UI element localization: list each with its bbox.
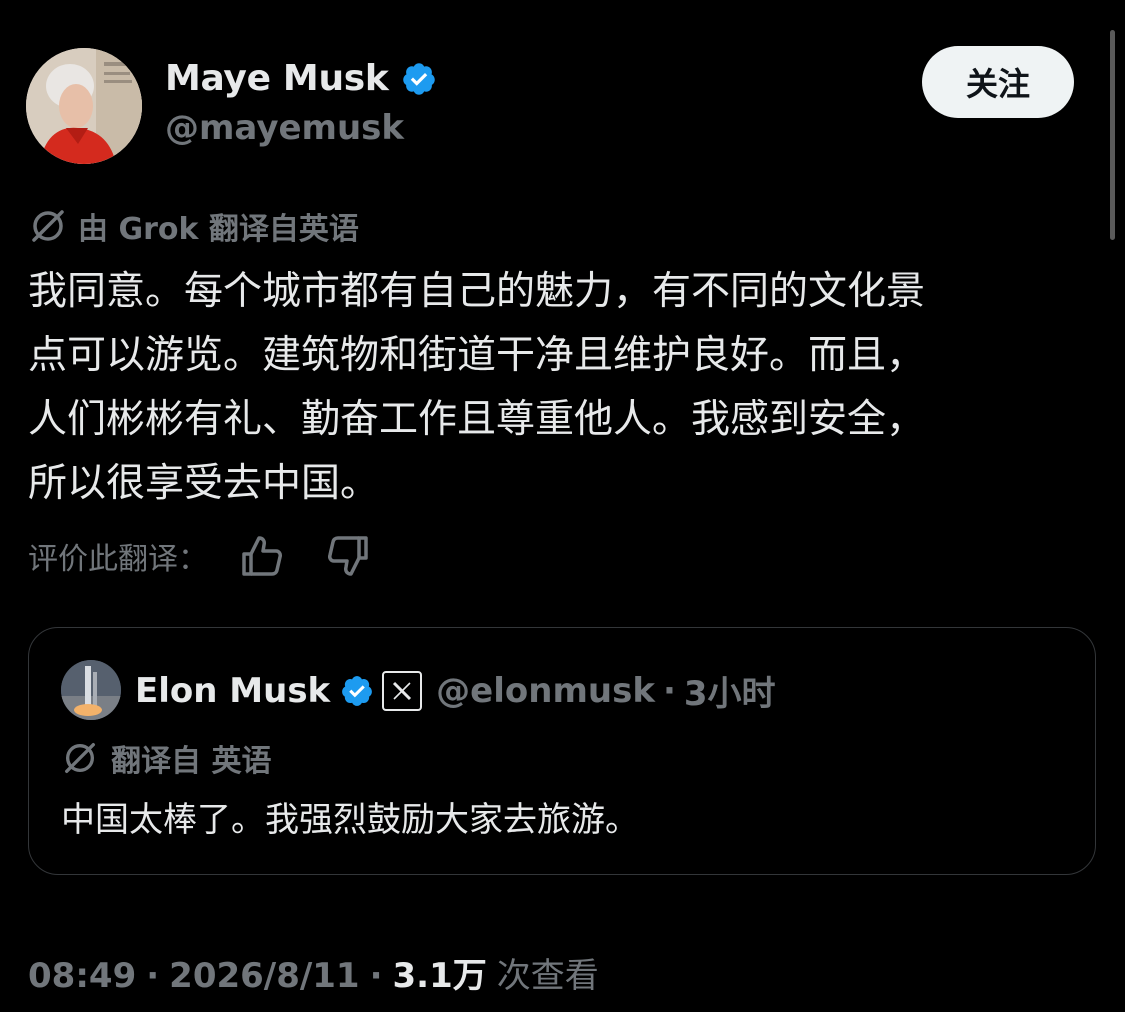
translate-slash-icon [65,743,95,773]
post-time[interactable]: 08:49 [28,956,136,996]
author-name-row[interactable]: Maye Musk [165,58,437,99]
view-count: 3.1万 [392,956,487,996]
tweet-line: 人们彬彬有礼、勤奋工作且尊重他人。我感到安全， [28,397,926,442]
tweet-text: 我同意。每个城市都有自己的魅力，有不同的文化景 点可以游览。建筑物和街道干净且维… [28,260,1088,516]
x-logo-icon [382,670,423,711]
view-count-label: 次查看 [496,956,599,996]
separator-dot: · [146,956,160,996]
tweet-meta-footer: 08:49 · 2026/8/11 · 3.1万 次查看 [28,948,599,997]
tweet-line: 我同意。每个城市都有自己的魅力，有不同的文化景 [28,269,926,314]
separator-dot: · [369,956,383,996]
scrollbar[interactable] [1110,30,1115,240]
thumb-up-icon[interactable] [238,532,286,580]
verified-badge-icon [402,62,435,95]
translate-slash-icon [32,210,64,242]
quoted-author-handle[interactable]: @elonmusk [436,671,655,711]
quoted-tweet-text: 中国太棒了。我强烈鼓励大家去旅游。 [61,800,639,840]
verified-badge-icon [342,675,373,706]
quoted-header: Elon Musk @elonmusk · 3小时 [135,666,776,715]
rate-translation-row: 评价此翻译： [28,532,410,580]
quoted-translation-note: 翻译自 英语 [61,736,271,780]
translation-note: 由 Grok 翻译自英语 [28,204,359,248]
tweet-line: 所以很享受去中国。 [28,461,380,506]
quoted-author-name[interactable]: Elon Musk [135,671,330,711]
author-name[interactable]: Maye Musk [165,58,389,99]
follow-button[interactable]: 关注 [922,46,1074,118]
quoted-timestamp[interactable]: 3小时 [684,666,776,715]
quoted-translation-label: 翻译自 英语 [111,744,272,779]
author-avatar[interactable] [26,48,142,164]
separator-dot: · [662,670,676,711]
thumb-down-icon[interactable] [324,532,372,580]
post-date[interactable]: 2026/8/11 [169,956,359,996]
quoted-author-avatar[interactable] [61,660,121,720]
tweet-line: 点可以游览。建筑物和街道干净且维护良好。而且， [28,333,926,378]
author-handle[interactable]: @mayemusk [165,108,404,148]
translation-note-label: 由 Grok 翻译自英语 [78,212,359,247]
quoted-tweet-card[interactable]: Elon Musk @elonmusk · 3小时 翻译自 英语 中国太棒了。我… [28,627,1096,875]
rate-translation-label: 评价此翻译： [28,542,208,577]
